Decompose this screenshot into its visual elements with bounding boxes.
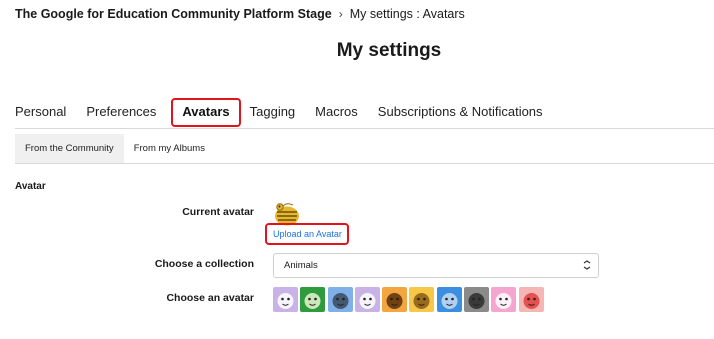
breadcrumb: The Google for Education Community Platf… <box>15 7 465 21</box>
tiger-avatar[interactable] <box>382 287 408 312</box>
frog-avatar[interactable] <box>300 287 326 312</box>
dog-avatar[interactable] <box>273 287 298 312</box>
tabs-divider <box>15 128 714 129</box>
subtab-from-community[interactable]: From the Community <box>15 134 124 163</box>
subtab-from-my-albums[interactable]: From my Albums <box>124 134 215 163</box>
choose-collection-label: Choose a collection <box>154 258 254 270</box>
tab-tagging[interactable]: Tagging <box>250 104 296 119</box>
choose-avatar-label: Choose an avatar <box>166 292 254 304</box>
avatar-source-tabs: From the Community From my Albums <box>15 134 714 164</box>
collection-select[interactable]: Animals <box>273 253 599 278</box>
upload-avatar-link[interactable]: Upload an Avatar <box>273 229 342 239</box>
section-title: Avatar <box>15 181 46 192</box>
giraffe-avatar[interactable] <box>409 287 435 312</box>
tab-personal[interactable]: Personal <box>15 104 66 119</box>
pig-avatar[interactable] <box>491 287 517 312</box>
page-title: My settings <box>336 40 442 61</box>
breadcrumb-separator: › <box>338 7 343 21</box>
bulldog-avatar[interactable] <box>327 287 353 312</box>
tab-avatars[interactable]: Avatars <box>170 97 241 127</box>
hippo-avatar[interactable] <box>436 287 462 312</box>
chevron-down-icon <box>583 260 591 270</box>
gorilla-avatar[interactable] <box>464 287 490 312</box>
breadcrumb-current: My settings : Avatars <box>349 7 465 21</box>
rabbit-avatar[interactable] <box>518 287 544 312</box>
tab-preferences[interactable]: Preferences <box>86 104 156 119</box>
settings-tabs: Personal Preferences Avatars Tagging Mac… <box>15 97 563 127</box>
tab-macros[interactable]: Macros <box>315 104 358 119</box>
current-avatar-label: Current avatar <box>182 206 254 218</box>
tab-subscriptions-notifications[interactable]: Subscriptions & Notifications <box>378 104 543 119</box>
tab-avatars-label: Avatars <box>182 103 230 119</box>
avatar-options <box>273 287 546 312</box>
current-avatar-image <box>273 201 301 227</box>
goat-avatar[interactable] <box>354 287 380 312</box>
breadcrumb-root-link[interactable]: The Google for Education Community Platf… <box>15 7 332 21</box>
collection-select-value: Animals <box>284 260 318 271</box>
